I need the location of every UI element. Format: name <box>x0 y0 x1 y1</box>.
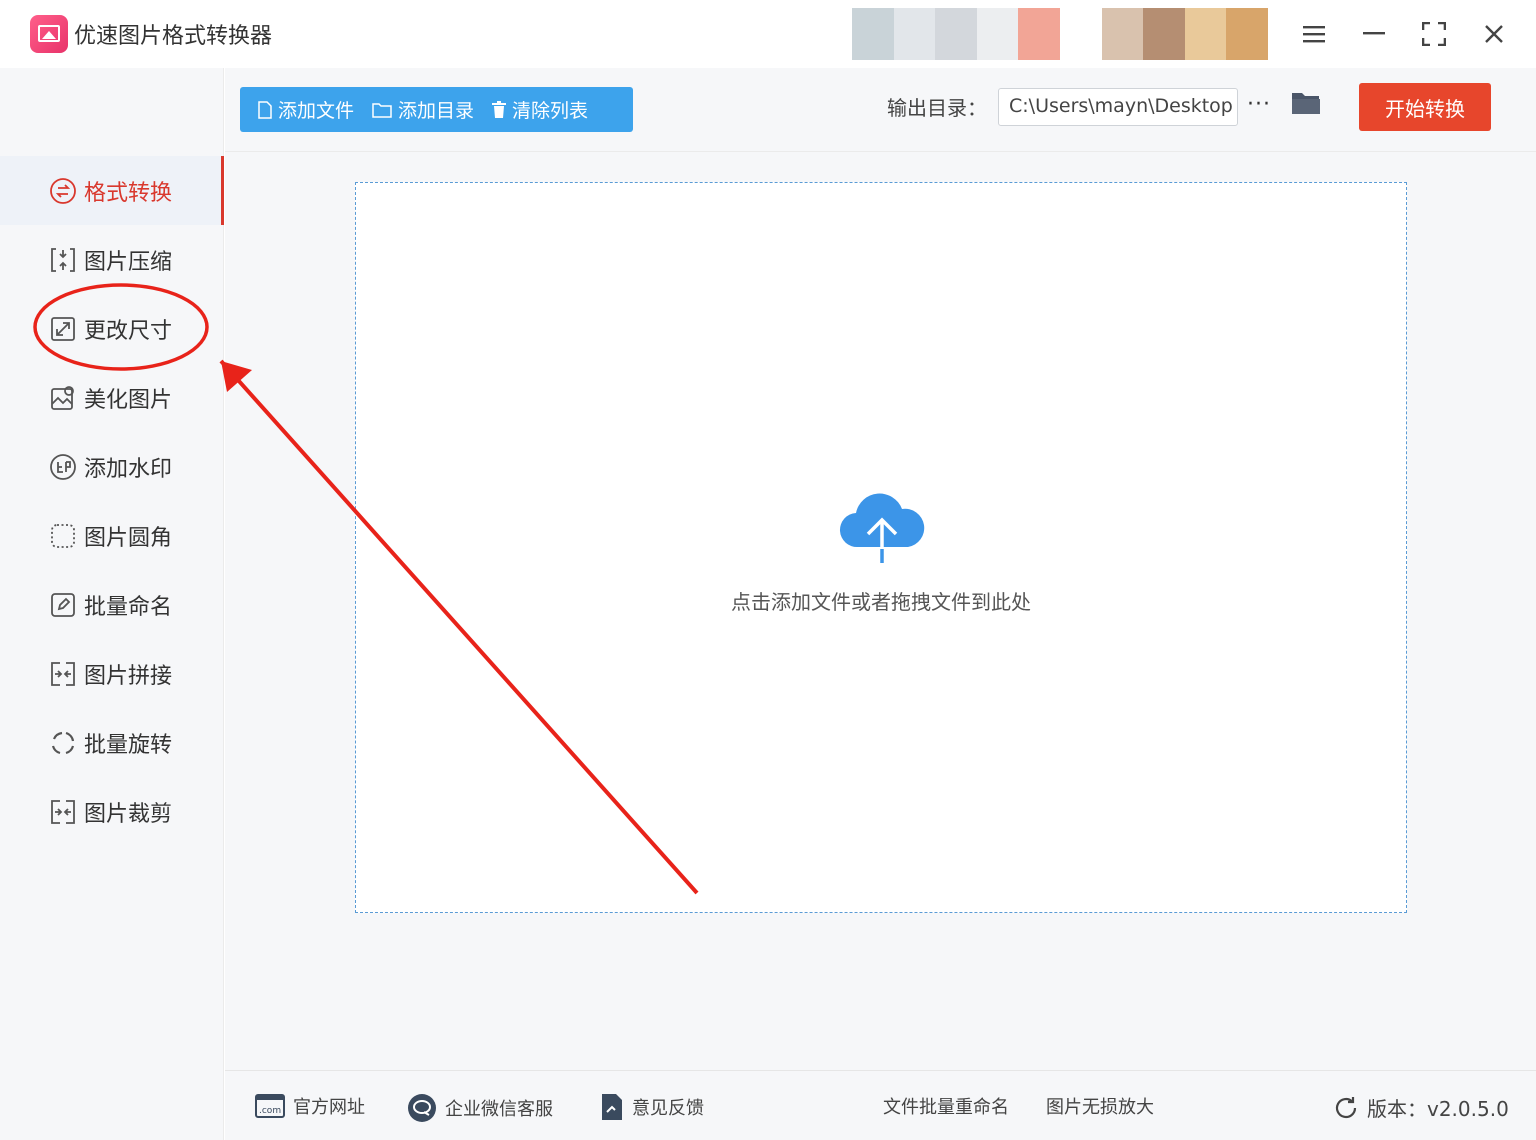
clear-list-label: 清除列表 <box>512 100 589 122</box>
website-icon: .com <box>255 1094 285 1118</box>
feedback-icon <box>600 1093 624 1121</box>
version-info[interactable]: 版本：v2.0.5.0 <box>1333 1093 1509 1122</box>
sidebar-item-watermark[interactable]: 添加水印 <box>0 432 224 501</box>
clear-list-button[interactable]: 清除列表 <box>474 87 588 132</box>
drop-hint: 点击添加文件或者拖拽文件到此处 <box>731 590 1031 614</box>
refresh-icon <box>1333 1095 1359 1121</box>
app-logo-icon <box>30 15 68 53</box>
feedback-label: 意见反馈 <box>632 1098 704 1119</box>
sidebar-item-rounded-corner[interactable]: 图片圆角 <box>0 501 224 570</box>
app-title: 优速图片格式转换器 <box>74 24 273 49</box>
sidebar-item-label: 图片拼接 <box>84 663 173 689</box>
svg-text:.com: .com <box>259 1106 281 1116</box>
open-folder-icon[interactable] <box>1291 90 1323 122</box>
main-content: 点击添加文件或者拖拽文件到此处 <box>225 152 1536 1070</box>
sidebar-item-label: 图片裁剪 <box>84 801 173 827</box>
sidebar-item-crop[interactable]: 图片裁剪 <box>0 777 224 846</box>
wechat-service-label: 企业微信客服 <box>445 1099 553 1120</box>
cloud-upload-icon <box>836 491 928 567</box>
sidebar-item-rename[interactable]: 批量命名 <box>0 570 224 639</box>
add-folder-button[interactable]: 添加目录 <box>354 87 474 132</box>
sidebar-item-label: 图片圆角 <box>84 525 173 551</box>
sidebar-item-stitch[interactable]: 图片拼接 <box>0 639 224 708</box>
close-icon[interactable] <box>1476 16 1512 52</box>
more-options-button[interactable]: ··· <box>1247 92 1275 120</box>
minimize-icon[interactable] <box>1356 16 1392 52</box>
maximize-icon[interactable] <box>1416 16 1452 52</box>
start-convert-button[interactable]: 开始转换 <box>1359 83 1491 131</box>
sidebar-item-label: 美化图片 <box>84 387 173 413</box>
website-label: 官方网址 <box>293 1097 365 1118</box>
watermark-icon <box>48 452 78 482</box>
wechat-service-link[interactable]: 企业微信客服 <box>407 1093 553 1123</box>
toolbar: 添加文件 添加目录 清除列表 输出目录： C:\Users\mayn\Deskt… <box>225 68 1536 152</box>
rotate-icon <box>48 728 78 758</box>
file-drop-zone[interactable]: 点击添加文件或者拖拽文件到此处 <box>355 182 1407 913</box>
file-button-group: 添加文件 添加目录 清除列表 <box>240 87 633 132</box>
sidebar-item-label: 图片压缩 <box>84 249 173 275</box>
lossless-enlarge-link[interactable]: 图片无损放大 <box>1046 1093 1154 1119</box>
folder-outline-icon <box>372 102 392 118</box>
sidebar-item-format-convert[interactable]: 格式转换 <box>0 156 224 225</box>
blurred-account-area <box>852 8 1268 60</box>
title-bar: 优速图片格式转换器 <box>0 0 1536 68</box>
output-path-field[interactable]: C:\Users\mayn\Desktop <box>998 88 1238 126</box>
sidebar: 格式转换 图片压缩 更改尺寸 美化图片 添加水印 图片圆角 批量命名 图片拼接 … <box>0 68 224 1140</box>
output-dir-label: 输出目录： <box>887 96 987 120</box>
version-label: 版本：v2.0.5.0 <box>1367 1097 1509 1121</box>
sidebar-item-label: 更改尺寸 <box>84 318 173 344</box>
beautify-icon <box>48 383 78 413</box>
sidebar-item-label: 添加水印 <box>84 456 173 482</box>
add-folder-label: 添加目录 <box>398 100 475 122</box>
sidebar-item-beautify[interactable]: 美化图片 <box>0 363 224 432</box>
resize-icon <box>48 314 78 344</box>
format-convert-icon <box>48 176 78 206</box>
stitch-icon <box>48 659 78 689</box>
feedback-link[interactable]: 意见反馈 <box>600 1093 704 1121</box>
add-file-label: 添加文件 <box>278 100 355 122</box>
crop-icon <box>48 797 78 827</box>
compress-icon <box>48 245 78 275</box>
sidebar-item-label: 格式转换 <box>84 180 173 206</box>
sidebar-item-label: 批量旋转 <box>84 732 173 758</box>
sidebar-item-rotate[interactable]: 批量旋转 <box>0 708 224 777</box>
sidebar-item-resize[interactable]: 更改尺寸 <box>0 294 224 363</box>
rounded-corner-icon <box>48 521 78 551</box>
batch-rename-link[interactable]: 文件批量重命名 <box>883 1093 1009 1119</box>
sidebar-item-compress[interactable]: 图片压缩 <box>0 225 224 294</box>
footer: .com 官方网址 企业微信客服 意见反馈 文件批量重命名 图片无损放大 版本：… <box>225 1070 1536 1140</box>
menu-icon[interactable] <box>1296 16 1332 52</box>
wechat-icon <box>407 1093 437 1123</box>
rename-icon <box>48 590 78 620</box>
website-link[interactable]: .com 官方网址 <box>255 1093 365 1119</box>
add-file-button[interactable]: 添加文件 <box>240 87 354 132</box>
trash-icon <box>492 100 507 119</box>
sidebar-item-label: 批量命名 <box>84 594 173 620</box>
file-icon <box>258 100 272 119</box>
